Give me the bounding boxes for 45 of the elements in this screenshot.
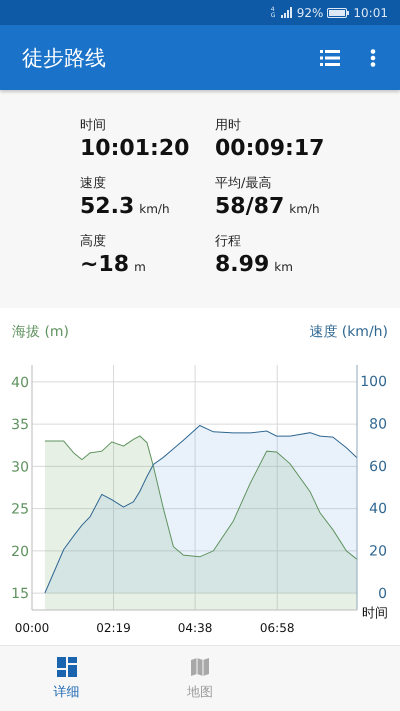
stat-value: 8.99 [215,251,270,279]
stat-label: 时间 [80,117,107,135]
stat-label: 速度 [80,175,107,193]
axis-title: 时间 [362,606,388,621]
list-icon [320,50,340,66]
stat-value: 52.3 [80,193,134,221]
stat-value: 00:09:17 [215,135,324,163]
tick-label: 35 [11,417,29,434]
signal-icon [280,7,293,18]
map-icon [190,656,210,676]
tick-label: 02:19 [96,621,131,635]
more-icon [370,48,376,66]
tick-label: 15 [11,586,29,602]
tick-label: 40 [369,501,387,518]
nav-tab[interactable]: 详细 [0,646,134,711]
tick-label: 0 [378,586,387,602]
tick-label: 20 [369,544,387,560]
tick-label: 100 [360,374,387,390]
tick-label: 25 [11,502,29,518]
axis-title: 速度 (km/h) [309,322,388,340]
stat-label: 高度 [80,233,107,251]
tick-label: 00:00 [14,621,50,635]
stat-value: 10:01:20 [80,135,190,163]
stat-unit: km/h [139,202,170,216]
stat-value: 58/87 [215,193,284,221]
tick-label: 80 [369,416,387,432]
app-title: 徒步路线 [22,44,107,72]
dashboard-icon [56,656,77,676]
tick-label: 04:38 [178,621,212,635]
stat-value: ~18 [80,251,130,279]
tick-label: 06:58 [260,621,295,635]
battery-icon [327,8,350,18]
battery-percent: 92% [296,6,324,20]
stat-label: 用时 [215,117,242,135]
stat-unit: km/h [289,202,320,216]
tick-label: 20 [11,544,29,560]
axis-title: 海拔 (m) [12,322,70,340]
stat-unit: km [274,260,293,274]
stat-unit: m [134,260,146,274]
tick-label: 40 [11,374,29,391]
stat-label: 平均/最高 [215,175,272,193]
tick-label: 30 [11,459,29,476]
tick-label: 60 [369,458,387,475]
clock: 10:01 [353,6,388,20]
stat-label: 行程 [215,233,242,251]
